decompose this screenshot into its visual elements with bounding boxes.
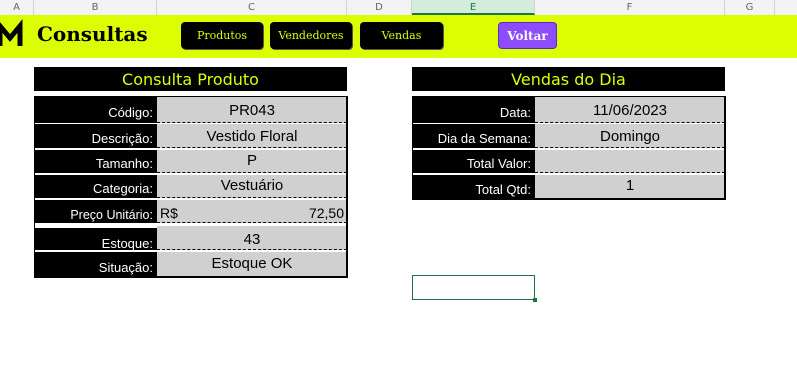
preco-amount: 72,50: [308, 205, 344, 221]
app-title: Consultas: [37, 22, 148, 46]
data-value[interactable]: 11/06/2023: [535, 97, 725, 123]
preco-unitario-value[interactable]: R$ 72,50: [157, 200, 347, 223]
active-cell-selection[interactable]: [412, 275, 537, 302]
voltar-button[interactable]: Voltar: [498, 22, 557, 49]
column-header-d[interactable]: D: [347, 0, 412, 15]
total-valor-value[interactable]: [535, 150, 725, 173]
consulta-produto-title: Consulta Produto: [34, 67, 347, 91]
column-header-e[interactable]: E: [412, 0, 535, 15]
estoque-value[interactable]: 43: [157, 226, 347, 250]
column-header-f[interactable]: F: [535, 0, 725, 15]
descricao-label: Descrição:: [34, 124, 157, 148]
column-header-a[interactable]: A: [0, 0, 34, 15]
situacao-label: Situação:: [34, 252, 157, 277]
situacao-value[interactable]: Estoque OK: [157, 252, 347, 277]
codigo-label: Código:: [34, 97, 157, 123]
categoria-value[interactable]: Vestuário: [157, 175, 347, 198]
descricao-value[interactable]: Vestido Floral: [157, 124, 347, 148]
vendedores-button[interactable]: Vendedores: [270, 22, 352, 49]
total-qtd-value[interactable]: 1: [535, 175, 725, 199]
logo-m-icon: [0, 19, 23, 46]
vendas-dia-title: Vendas do Dia: [412, 67, 725, 91]
column-header-bar: A B C D E F G: [0, 0, 797, 16]
tamanho-label: Tamanho:: [34, 150, 157, 173]
categoria-label: Categoria:: [34, 175, 157, 198]
tamanho-value[interactable]: P: [157, 150, 347, 173]
preco-unitario-label: Preço Unitário:: [34, 200, 157, 223]
total-qtd-label: Total Qtd:: [412, 175, 535, 199]
vendas-button[interactable]: Vendas: [360, 22, 443, 49]
column-header-c[interactable]: C: [157, 0, 347, 15]
total-valor-label: Total Valor:: [412, 150, 535, 173]
estoque-label: Estoque:: [34, 226, 157, 251]
column-header-g[interactable]: G: [725, 0, 775, 15]
produtos-button[interactable]: Produtos: [181, 22, 263, 49]
dia-semana-value[interactable]: Domingo: [535, 124, 725, 148]
data-label: Data:: [412, 97, 535, 123]
codigo-value[interactable]: PR043: [157, 97, 347, 123]
dia-semana-label: Dia da Semana:: [412, 124, 535, 148]
currency-symbol: R$: [160, 205, 178, 221]
column-header-b[interactable]: B: [34, 0, 157, 15]
